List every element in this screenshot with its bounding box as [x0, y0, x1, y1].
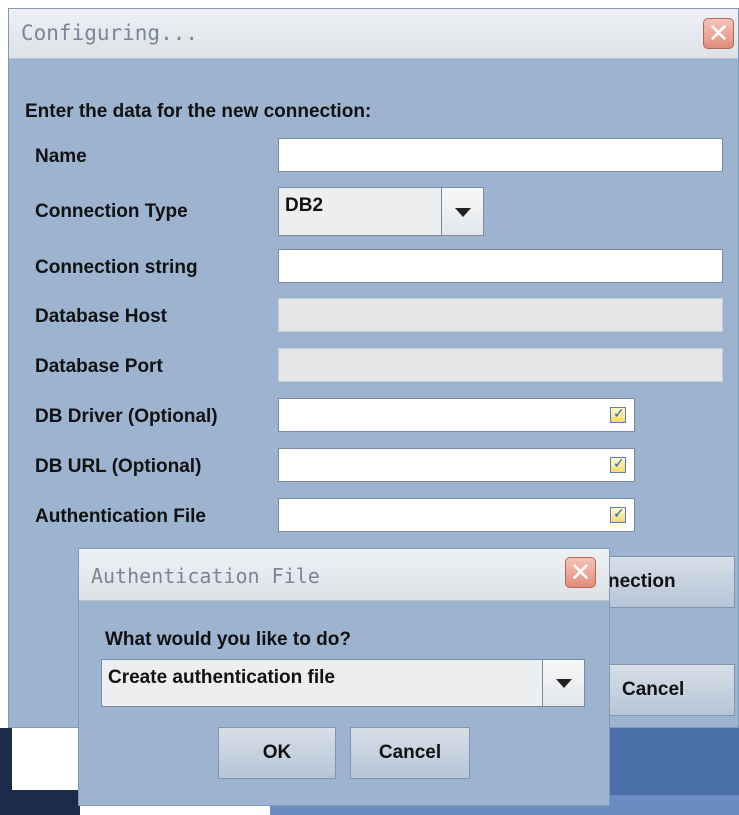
browse-icon[interactable]: [610, 455, 626, 473]
auth-file-label: Authentication File: [35, 506, 206, 527]
authentication-file-dialog: Authentication File ✕ What would you lik…: [78, 548, 610, 806]
browse-icon[interactable]: [610, 405, 626, 423]
name-label: Name: [35, 146, 87, 167]
auth-titlebar[interactable]: Authentication File ✕: [79, 549, 609, 601]
auth-action-select[interactable]: Create authentication file: [101, 659, 585, 707]
database-host-label: Database Host: [35, 306, 167, 327]
connection-type-label: Connection Type: [35, 201, 188, 222]
connection-prompt: Enter the data for the new connection:: [25, 101, 372, 122]
connection-type-select[interactable]: DB2: [278, 187, 484, 236]
db-url-label: DB URL (Optional): [35, 456, 202, 477]
connection-type-value: DB2: [285, 195, 324, 216]
auth-file-input[interactable]: [278, 498, 635, 532]
main-cancel-button[interactable]: Cancel: [597, 664, 735, 716]
chevron-down-icon[interactable]: [441, 188, 483, 235]
connection-string-label: Connection string: [35, 257, 198, 278]
auth-prompt: What would you like to do?: [105, 629, 351, 650]
database-port-label: Database Port: [35, 356, 163, 377]
database-host-input: [278, 298, 723, 332]
main-dialog-title: Configuring...: [21, 21, 199, 45]
desktop-background-left-lower: [0, 790, 80, 815]
main-close-button[interactable]: ✕: [703, 18, 734, 49]
auth-dialog-title: Authentication File: [91, 564, 320, 588]
main-titlebar[interactable]: Configuring... ✕: [9, 9, 738, 59]
auth-cancel-button[interactable]: Cancel: [350, 727, 470, 779]
auth-close-button[interactable]: ✕: [565, 557, 596, 588]
browse-icon[interactable]: [610, 505, 626, 523]
close-icon: ✕: [569, 557, 592, 587]
database-port-input: [278, 348, 723, 382]
db-driver-label: DB Driver (Optional): [35, 406, 218, 427]
name-input[interactable]: [278, 138, 723, 172]
auth-action-value: Create authentication file: [108, 667, 335, 688]
db-url-input[interactable]: [278, 448, 635, 482]
db-driver-input[interactable]: [278, 398, 635, 432]
ok-button[interactable]: OK: [218, 727, 336, 779]
chevron-down-icon[interactable]: [542, 660, 584, 706]
close-icon: ✕: [707, 18, 730, 48]
test-connection-button[interactable]: nection: [597, 556, 735, 608]
connection-string-input[interactable]: [278, 249, 723, 283]
